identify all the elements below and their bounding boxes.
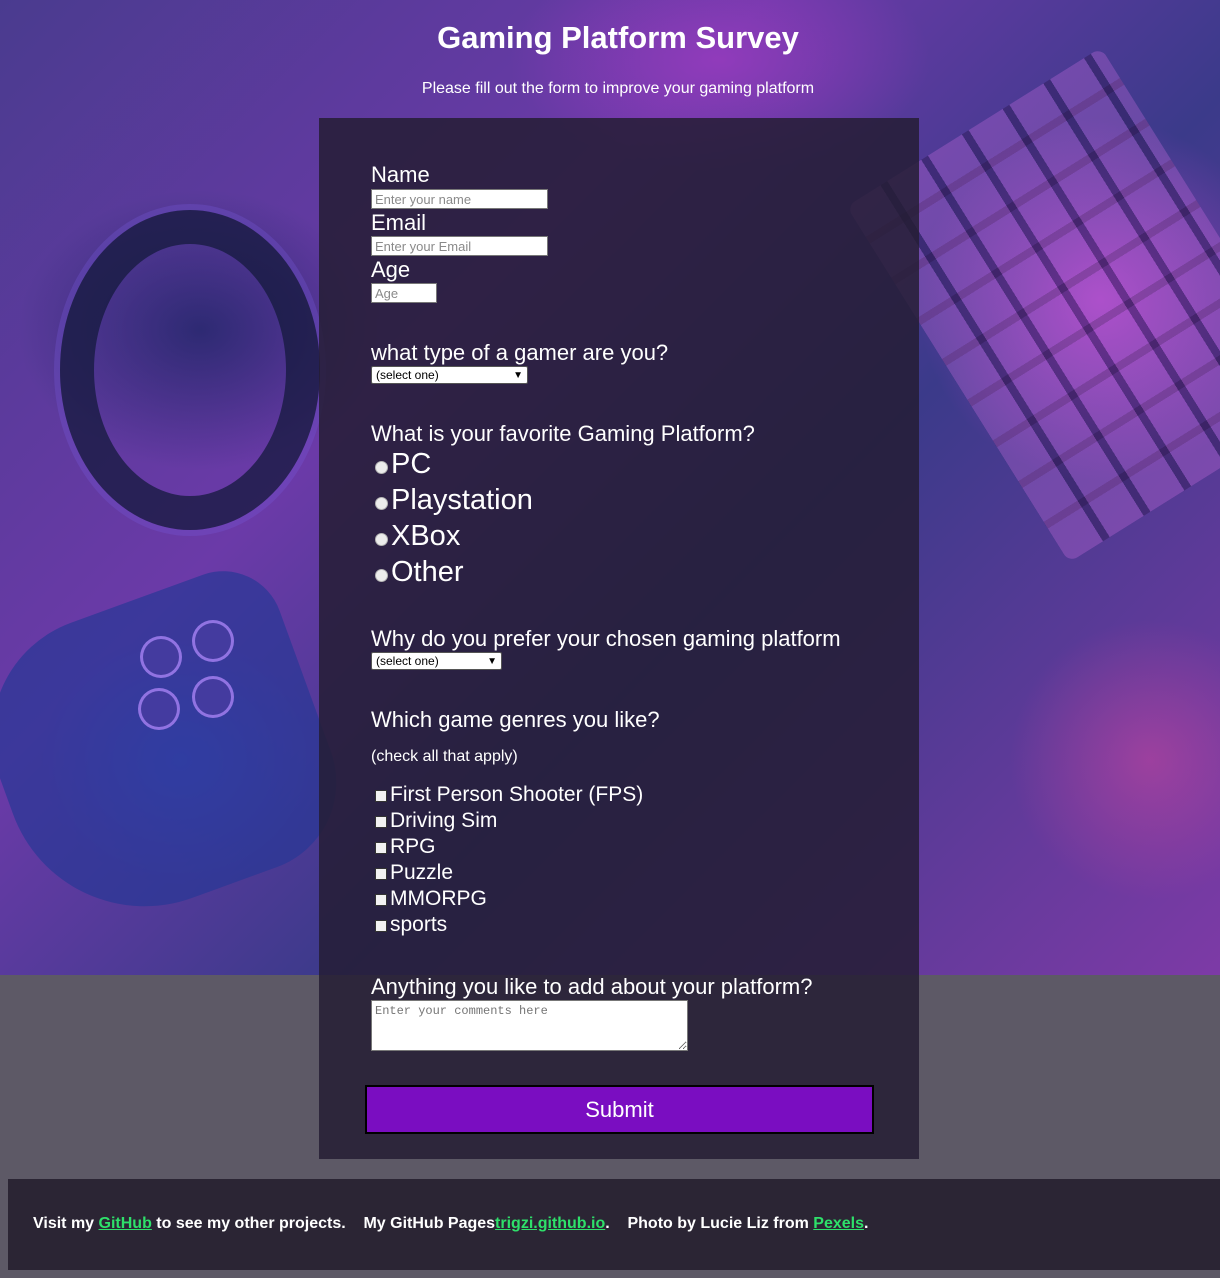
platform-option-playstation[interactable]: Playstation [375,482,533,518]
genre-option-label: MMORPG [390,887,487,910]
genres-label: Which game genres you like? [371,707,660,732]
platform-option-label: Playstation [391,483,533,516]
genre-option-sports[interactable]: sports [375,912,447,938]
checkbox[interactable] [375,816,387,828]
controller-square-button [138,688,180,730]
footer-visit-prefix: Visit my [33,1215,99,1232]
radio-button[interactable] [375,568,388,582]
controller-circle-button [192,620,234,662]
age-input[interactable] [371,283,437,303]
email-label: Email [371,210,427,235]
checkbox[interactable] [375,868,387,880]
radio-button[interactable] [375,460,388,474]
genre-option-rpg[interactable]: RPG [375,834,436,860]
gamer-type-selected: (select one) [376,368,439,382]
name-label: Name [371,162,430,187]
footer-photo-prefix: Photo by Lucie Liz from [627,1215,814,1232]
pexels-link[interactable]: Pexels [813,1215,864,1232]
checkbox[interactable] [375,790,387,802]
chevron-down-icon: ▼ [513,369,523,381]
controller-cross-button [192,676,234,718]
genre-option-driving-sim[interactable]: Driving Sim [375,808,497,834]
platform-option-other[interactable]: Other [375,554,464,590]
genre-option-mmorpg[interactable]: MMORPG [375,886,487,912]
reason-label: Why do you prefer your chosen gaming pla… [371,626,841,651]
genres-hint: (check all that apply) [371,748,518,765]
age-label: Age [371,257,411,282]
platform-option-label: Other [391,555,464,588]
genre-option-fps[interactable]: First Person Shooter (FPS) [375,782,643,808]
email-input[interactable] [371,236,548,256]
github-pages-link[interactable]: trigzi.github.io [495,1215,605,1232]
footer-text: Visit my GitHub to see my other projects… [33,1215,868,1233]
reason-selected: (select one) [376,654,439,668]
gamer-type-select[interactable]: (select one) ▼ [371,366,528,384]
platform-option-xbox[interactable]: XBox [375,518,460,554]
checkbox[interactable] [375,894,387,906]
footer-pages-suffix: . [605,1215,610,1232]
genre-option-label: Puzzle [390,861,454,884]
platform-option-label: XBox [391,519,461,552]
page-description: Please fill out the form to improve your… [421,80,815,97]
comments-label: Anything you like to add about your plat… [371,974,813,999]
page-title: Gaming Platform Survey [437,20,799,55]
platform-label: What is your favorite Gaming Platform? [371,421,755,446]
controller-triangle-button [140,636,182,678]
footer-photo-suffix: . [863,1215,869,1232]
checkbox[interactable] [375,920,387,932]
platform-option-pc[interactable]: PC [375,446,431,482]
name-input[interactable] [371,189,548,209]
background-controller [0,554,362,946]
radio-button[interactable] [375,496,388,510]
platform-option-label: PC [391,447,432,480]
background-headphone [60,210,320,530]
footer-visit-suffix: to see my other projects. [151,1215,346,1232]
reason-select[interactable]: (select one) ▼ [371,652,502,670]
genre-option-puzzle[interactable]: Puzzle [375,860,453,886]
genre-option-label: First Person Shooter (FPS) [390,783,644,806]
survey-form: Name Email Age what type of a gamer are … [319,118,919,1159]
radio-button[interactable] [375,532,388,546]
genre-option-label: sports [390,913,448,936]
genre-option-label: Driving Sim [390,809,498,832]
checkbox[interactable] [375,842,387,854]
comments-textarea[interactable] [371,1000,688,1051]
submit-button[interactable]: Submit [365,1085,874,1134]
genre-option-label: RPG [390,835,436,858]
footer: Visit my GitHub to see my other projects… [8,1179,1220,1270]
github-link[interactable]: GitHub [99,1215,152,1232]
gamer-type-label: what type of a gamer are you? [371,340,669,365]
chevron-down-icon: ▼ [487,655,497,667]
footer-pages-prefix: My GitHub Pages [363,1215,496,1232]
